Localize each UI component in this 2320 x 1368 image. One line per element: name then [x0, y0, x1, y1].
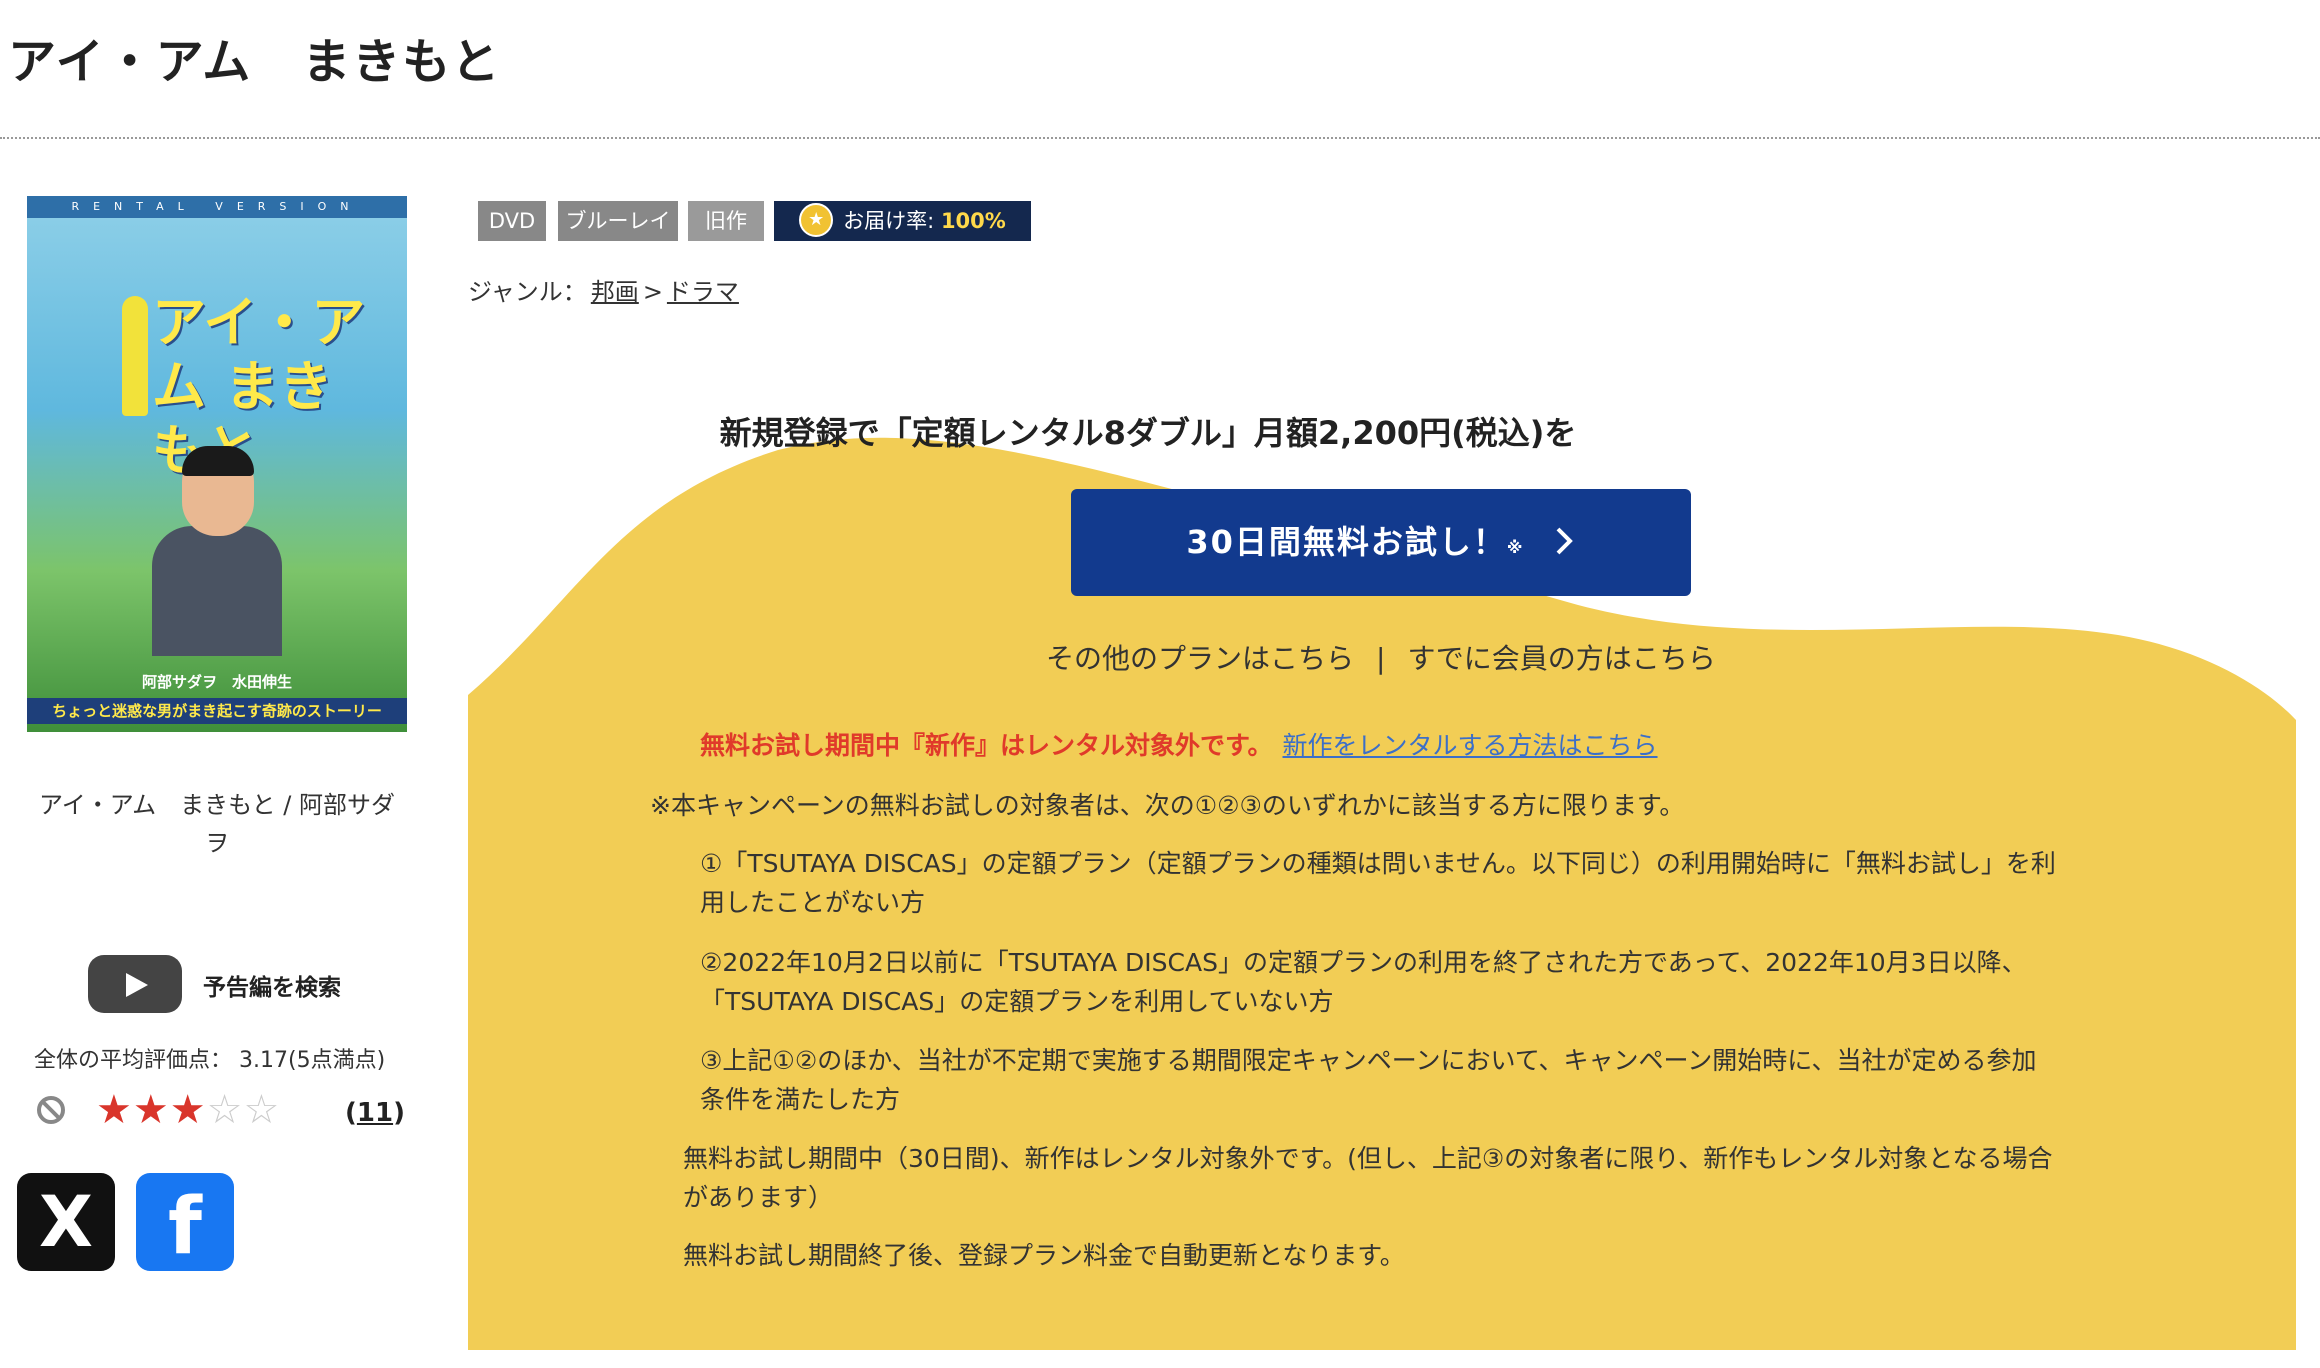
- jacket-tagline: ちょっと迷惑な男がまき起こす奇跡のストーリー: [27, 698, 407, 724]
- free-trial-button-mark: ※: [1506, 538, 1525, 557]
- badge-dvd: DVD: [478, 201, 546, 241]
- average-rating-value: 3.17(5点満点): [239, 1048, 386, 1073]
- free-trial-button[interactable]: 30日間無料お試し！※: [1071, 489, 1691, 596]
- genre-breadcrumb: ジャンル： 邦画 > ドラマ: [468, 272, 743, 307]
- title-caption: アイ・アム まきもと / 阿部サダヲ: [39, 791, 395, 857]
- genre-label: ジャンル：: [468, 278, 587, 306]
- review-count-value[interactable]: 11: [357, 1098, 393, 1128]
- jacket-suit: [152, 526, 282, 656]
- page-title: アイ・アム まきもと: [8, 34, 502, 90]
- jacket-person: [152, 446, 282, 656]
- auto-renew-note: 無料お試し期間終了後、登録プラン料金で自動更新となります。: [683, 1241, 1405, 1270]
- star-empty-icon[interactable]: ☆: [207, 1087, 244, 1133]
- delivery-rate-label: お届け率:: [843, 209, 935, 233]
- review-count[interactable]: (11): [345, 1098, 405, 1128]
- star-filled-icon[interactable]: ★: [170, 1087, 207, 1133]
- average-rating: 全体の平均評価点： 3.17(5点満点): [34, 1042, 385, 1074]
- free-trial-button-label: 30日間無料お試し！: [1186, 523, 1507, 561]
- play-icon[interactable]: [88, 955, 182, 1013]
- badge-old: 旧作: [688, 201, 764, 241]
- existing-member-link[interactable]: すでに会員の方はこちら: [1407, 642, 1715, 675]
- genre-link-hougaku[interactable]: 邦画: [591, 278, 639, 306]
- title-divider: [0, 137, 2320, 139]
- condition-1-line-2: 用したことがない方: [700, 888, 926, 917]
- trial-period-note-line-2: があります）: [683, 1183, 834, 1212]
- jacket-cast: 阿部サダヲ 水田伸生: [141, 673, 292, 691]
- star-empty-icon[interactable]: ☆: [243, 1087, 280, 1133]
- trailer-search-link[interactable]: 予告編を検索: [203, 968, 341, 1002]
- jacket-strip: RENTAL VERSION: [27, 196, 407, 218]
- campaign-eligibility-note: ※本キャンペーンの無料お試しの対象者は、次の①②③のいずれかに該当する方に限りま…: [650, 791, 1685, 820]
- other-plans-link[interactable]: その他のプランはこちら: [1046, 642, 1354, 675]
- star-rating[interactable]: ★★★☆☆: [96, 1090, 280, 1130]
- star-filled-icon[interactable]: ★: [133, 1087, 170, 1133]
- promo-headline: 新規登録で「定額レンタル8ダブル」月額2,200円(税込)を: [719, 414, 1577, 452]
- genre-link-drama[interactable]: ドラマ: [667, 278, 739, 306]
- condition-2: ②2022年10月2日以前に「TSUTAYA DISCAS」の定額プランの利用を…: [700, 943, 2027, 1021]
- x-logo-icon[interactable]: X: [17, 1173, 115, 1271]
- badge-delivery-rate: ★ お届け率: 100%: [774, 201, 1031, 241]
- condition-1: ①「TSUTAYA DISCAS」の定額プラン（定額プランの種類は問いません。以…: [700, 844, 2056, 922]
- condition-2-line-1: ②2022年10月2日以前に「TSUTAYA DISCAS」の定額プランの利用を…: [700, 948, 2027, 977]
- badge-bluray: ブルーレイ: [558, 201, 678, 241]
- condition-3-line-1: ③上記①②のほか、当社が不定期で実施する期間限定キャンペーンにおいて、キャンペー…: [700, 1046, 2037, 1075]
- star-medal-icon: ★: [799, 203, 834, 237]
- ban-icon[interactable]: [36, 1095, 66, 1125]
- facebook-logo-icon[interactable]: f: [136, 1173, 234, 1272]
- chevron-right-icon: [1556, 527, 1573, 555]
- average-rating-label: 全体の平均評価点：: [34, 1048, 233, 1073]
- condition-2-line-2: 「TSUTAYA DISCAS」の定額プランを利用していない方: [700, 987, 1334, 1016]
- new-release-rental-link[interactable]: 新作をレンタルする方法はこちら: [1283, 731, 1658, 760]
- genre-separator: >: [642, 278, 663, 306]
- links-separator: |: [1376, 642, 1386, 675]
- star-filled-icon[interactable]: ★: [96, 1087, 133, 1133]
- jacket-figure: [122, 296, 148, 416]
- new-release-notice-text: 無料お試し期間中『新作』はレンタル対象外です。: [700, 731, 1273, 760]
- condition-3: ③上記①②のほか、当社が不定期で実施する期間限定キャンペーンにおいて、キャンペー…: [700, 1041, 2037, 1119]
- trial-period-note-line-1: 無料お試し期間中（30日間)、新作はレンタル対象外です。(但し、上記③の対象者に…: [683, 1144, 2053, 1173]
- plan-links: その他のプランはこちら | すでに会員の方はこちら: [1046, 637, 1716, 677]
- delivery-rate-value: 100%: [940, 209, 1006, 233]
- condition-3-line-2: 条件を満たした方: [700, 1085, 901, 1114]
- trial-period-note: 無料お試し期間中（30日間)、新作はレンタル対象外です。(但し、上記③の対象者に…: [683, 1139, 2053, 1217]
- dvd-jacket-image[interactable]: RENTAL VERSION アイ・アム まきもと 阿部サダヲ 水田伸生 ちょっ…: [27, 196, 407, 732]
- condition-1-line-1: ①「TSUTAYA DISCAS」の定額プラン（定額プランの種類は問いません。以…: [700, 849, 2056, 878]
- new-release-notice: 無料お試し期間中『新作』はレンタル対象外です。 新作をレンタルする方法はこちら: [700, 726, 1658, 762]
